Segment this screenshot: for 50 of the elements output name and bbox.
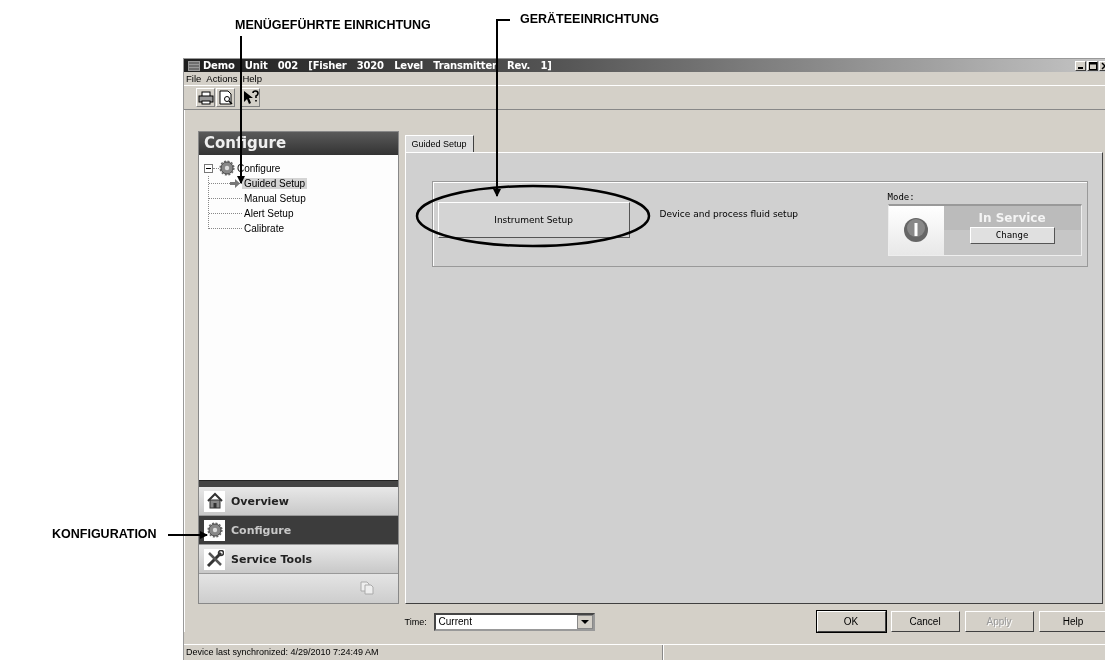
tree-item[interactable]: Calibrate xyxy=(242,222,287,234)
tab[interactable]: Guided Setup xyxy=(404,134,474,152)
time-label: Time: xyxy=(404,616,428,627)
splitter-handle[interactable] xyxy=(199,480,398,488)
close-icon xyxy=(1100,61,1105,70)
gear-icon xyxy=(205,521,224,540)
nav-item[interactable]: Overview xyxy=(199,487,398,517)
minimize-icon xyxy=(1077,66,1083,69)
nav-label: Service Tools xyxy=(231,552,313,566)
tree-item[interactable]: Guided Setup xyxy=(242,177,308,189)
nav-label: Configure xyxy=(231,523,292,537)
callout-label: GERÄTEEINRICHTUNG xyxy=(520,12,659,26)
tree-item[interactable]: Manual Setup xyxy=(242,192,308,204)
collapse-icon[interactable] xyxy=(204,163,213,173)
status-text: Device last synchronized: 4/29/2010 7:24:49 AM xyxy=(184,644,663,660)
printer-icon xyxy=(197,90,214,105)
maximize-button[interactable] xyxy=(1087,60,1098,71)
page-magnifier-icon xyxy=(218,90,233,106)
nav-item[interactable]: Service Tools xyxy=(199,545,398,574)
nav-label: Overview xyxy=(231,494,289,508)
menu-item[interactable]: Actions xyxy=(206,73,238,85)
menu-item[interactable]: File xyxy=(186,73,202,85)
callout-label: MENÜGEFÜHRTE EINRICHTUNG xyxy=(235,18,431,32)
description-text: Device and process fluid setup xyxy=(659,208,799,219)
mode-status: In Service xyxy=(978,210,1046,225)
tree-item[interactable]: Alert Setup xyxy=(242,207,296,219)
dialog-button[interactable]: Cancel xyxy=(890,611,960,633)
context-help-button[interactable] xyxy=(241,88,260,108)
maximize-icon xyxy=(1088,61,1097,70)
dialog-button[interactable]: Help xyxy=(1038,611,1105,633)
pointer-question-icon xyxy=(242,90,259,106)
arrow-icon xyxy=(230,178,240,188)
sidebar-header: Configure xyxy=(199,131,398,155)
minimize-button[interactable] xyxy=(1075,60,1086,71)
leader-arrow xyxy=(167,531,208,539)
dialog-button[interactable]: OK xyxy=(816,611,886,633)
print-preview-button[interactable] xyxy=(216,88,235,108)
house-icon xyxy=(205,492,224,511)
mode-label: Mode: xyxy=(887,191,916,202)
print-button[interactable] xyxy=(196,88,215,108)
pages-icon xyxy=(359,581,374,596)
instrument-setup-button[interactable]: Instrument Setup xyxy=(437,201,630,238)
time-dropdown[interactable]: Current xyxy=(433,612,595,631)
change-button[interactable]: Change xyxy=(969,226,1055,244)
nav-item[interactable]: Configure xyxy=(199,516,398,546)
callout-label: KONFIGURATION xyxy=(52,527,157,541)
tools-icon xyxy=(205,550,224,569)
info-icon xyxy=(903,217,930,244)
menu-item[interactable]: Help xyxy=(242,73,262,85)
window-title: Demo Unit 002 [Fisher 3020 Level Transmitter Rev. 1] xyxy=(203,60,552,72)
